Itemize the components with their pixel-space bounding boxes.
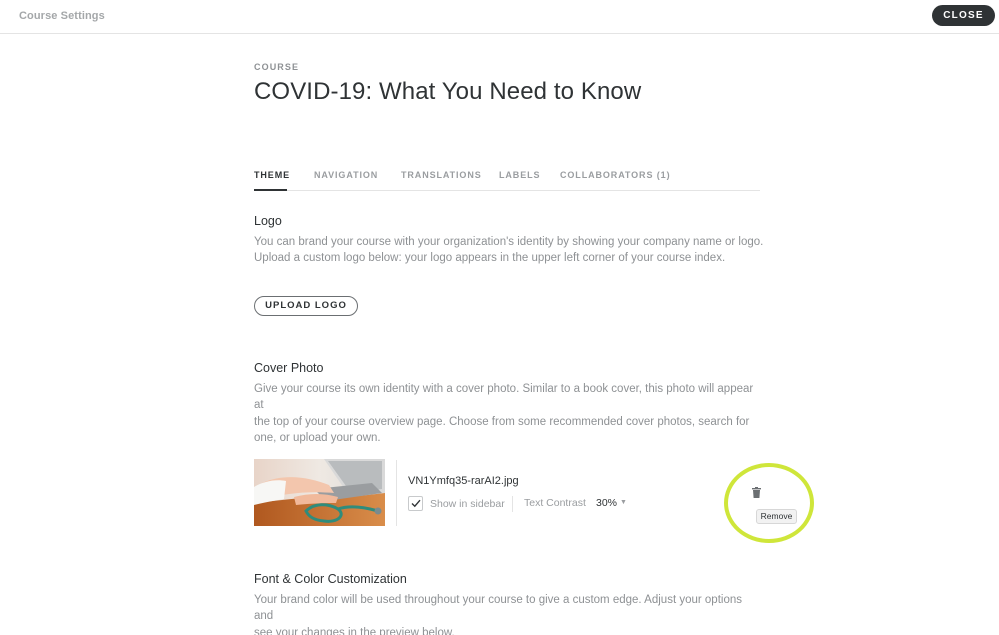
text-contrast-label: Text Contrast	[524, 497, 586, 509]
logo-desc-line: You can brand your course with your orga…	[254, 236, 764, 248]
cover-photo-section-title: Cover Photo	[254, 361, 324, 375]
text-contrast-dropdown[interactable]: 30%	[596, 497, 617, 509]
cover-photo-thumbnail[interactable]	[254, 459, 385, 526]
cover-photo-image	[254, 459, 385, 526]
cover-desc-line: Give your course its own identity with a…	[254, 383, 754, 412]
highlight-annotation-ring	[724, 463, 814, 543]
logo-section-description: You can brand your course with your orga…	[254, 234, 764, 267]
tab-labels[interactable]: LABELS	[499, 170, 540, 180]
trash-icon[interactable]	[752, 487, 761, 498]
close-button[interactable]: CLOSE	[932, 5, 995, 26]
caret-down-icon[interactable]: ▼	[620, 499, 627, 506]
cover-desc-line: the top of your course overview page. Ch…	[254, 415, 750, 428]
course-label: COURSE	[254, 62, 300, 72]
tab-navigation[interactable]: NAVIGATION	[314, 170, 378, 180]
top-bar: Course Settings CLOSE	[0, 0, 999, 34]
checkmark-icon	[411, 499, 421, 508]
remove-tooltip: Remove	[756, 509, 797, 524]
active-tab-indicator	[254, 189, 287, 191]
show-in-sidebar-checkbox[interactable]	[408, 496, 423, 511]
cover-divider	[396, 460, 397, 526]
font-color-desc-line: see your changes in the preview below.	[254, 626, 455, 635]
show-in-sidebar-label[interactable]: Show in sidebar	[430, 498, 505, 510]
settings-tabs: THEME NAVIGATION TRANSLATIONS LABELS COL…	[254, 165, 760, 191]
inline-divider	[512, 496, 513, 512]
font-color-section-description: Your brand color will be used throughout…	[254, 592, 764, 635]
logo-section-title: Logo	[254, 214, 282, 228]
cover-desc-line: one, or upload your own.	[254, 431, 381, 444]
font-color-section-title: Font & Color Customization	[254, 572, 407, 586]
cover-photo-section-description: Give your course its own identity with a…	[254, 381, 764, 446]
cover-file-name: VN1Ymfq35-rarAI2.jpg	[408, 475, 519, 487]
tab-translations[interactable]: TRANSLATIONS	[401, 170, 482, 180]
page-title: Course Settings	[19, 10, 105, 22]
tab-collaborators[interactable]: COLLABORATORS (1)	[560, 170, 670, 180]
upload-logo-button[interactable]: UPLOAD LOGO	[254, 296, 358, 316]
course-title: COVID-19: What You Need to Know	[254, 78, 642, 105]
logo-desc-line: Upload a custom logo below: your logo ap…	[254, 252, 726, 265]
tab-theme[interactable]: THEME	[254, 170, 290, 180]
font-color-desc-line: Your brand color will be used throughout…	[254, 594, 742, 623]
